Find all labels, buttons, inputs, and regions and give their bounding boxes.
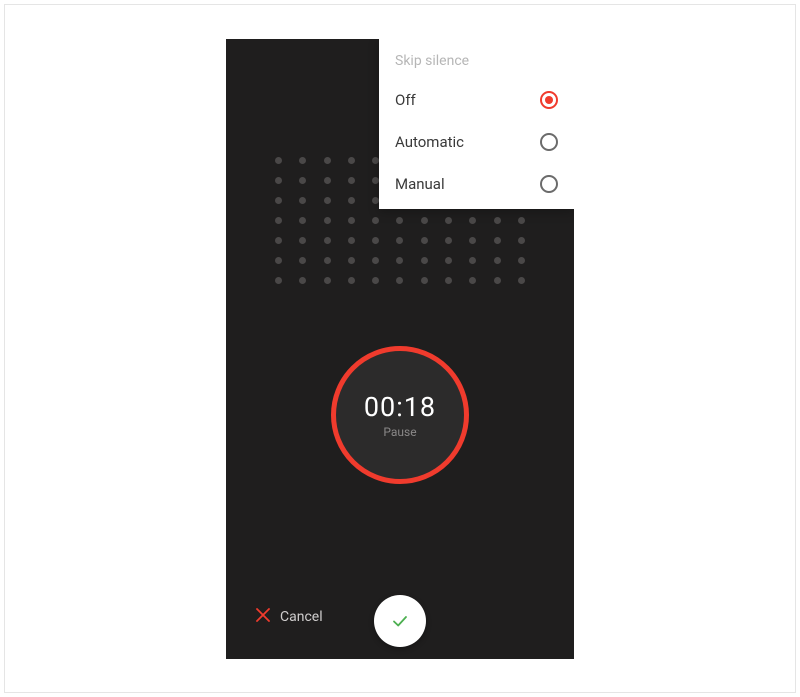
menu-item-off[interactable]: Off <box>379 79 574 121</box>
check-icon <box>389 610 411 632</box>
cancel-label: Cancel <box>280 609 323 625</box>
cancel-button[interactable]: Cancel <box>256 608 323 625</box>
pause-label: Pause <box>383 425 416 439</box>
radio-icon <box>540 133 558 151</box>
confirm-button[interactable] <box>374 595 426 647</box>
menu-item-label: Manual <box>395 175 445 193</box>
close-icon <box>256 608 270 625</box>
radio-icon <box>540 175 558 193</box>
menu-title: Skip silence <box>379 39 574 79</box>
menu-item-automatic[interactable]: Automatic <box>379 121 574 163</box>
menu-item-manual[interactable]: Manual <box>379 163 574 205</box>
menu-item-label: Off <box>395 91 416 109</box>
menu-item-label: Automatic <box>395 133 464 151</box>
skip-silence-menu: Skip silence Off Automatic Manual <box>379 39 574 209</box>
pause-button[interactable]: 00:18 Pause <box>331 346 469 484</box>
bottom-bar: Cancel <box>226 587 574 647</box>
recorder-screen: 00:18 Pause Cancel Skip silence Off Auto… <box>226 39 574 659</box>
radio-icon <box>540 91 558 109</box>
timer-value: 00:18 <box>364 391 436 423</box>
